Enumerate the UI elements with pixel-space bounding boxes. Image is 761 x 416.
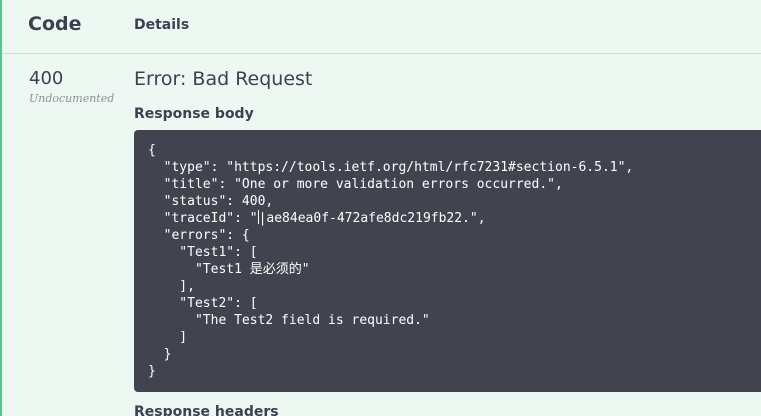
code-line: ] — [148, 330, 188, 345]
code-line: "Test1": [ — [148, 245, 258, 260]
response-status-code: 400 — [29, 68, 64, 89]
code-line-traceid-key: "traceId": " — [148, 211, 258, 226]
code-line-traceid: "traceId": "|ae84ea0f-472afe8dc219fb22."… — [148, 210, 761, 227]
response-documentation-note: Undocumented — [29, 92, 115, 105]
code-line: "errors": { — [148, 228, 250, 243]
code-line: ], — [148, 279, 195, 294]
code-line: "Test1 是必须的" — [148, 262, 310, 277]
responses-header-row: Code Details — [2, 0, 761, 54]
response-body-label: Response body — [134, 106, 254, 122]
code-line: } — [148, 364, 156, 379]
code-line-traceid-value: |ae84ea0f-472afe8dc219fb22.", — [258, 211, 486, 226]
code-line: "type": "https://tools.ietf.org/html/rfc… — [148, 160, 634, 175]
code-line: } — [148, 347, 172, 362]
code-line: "title": "One or more validation errors … — [148, 177, 563, 192]
response-body-code-block[interactable]: { "type": "https://tools.ietf.org/html/r… — [134, 130, 761, 392]
response-headers-label: Response headers — [134, 404, 279, 416]
code-line: { — [148, 143, 156, 158]
details-column-header: Details — [134, 17, 190, 33]
responses-table: Code Details 400 Undocumented Error: Bad… — [0, 0, 761, 416]
code-column-header: Code — [28, 13, 82, 35]
code-line: "status": 400, — [148, 194, 274, 209]
response-error-title: Error: Bad Request — [134, 68, 313, 90]
code-line: "Test2": [ — [148, 296, 258, 311]
code-line: "The Test2 field is required." — [148, 313, 430, 328]
